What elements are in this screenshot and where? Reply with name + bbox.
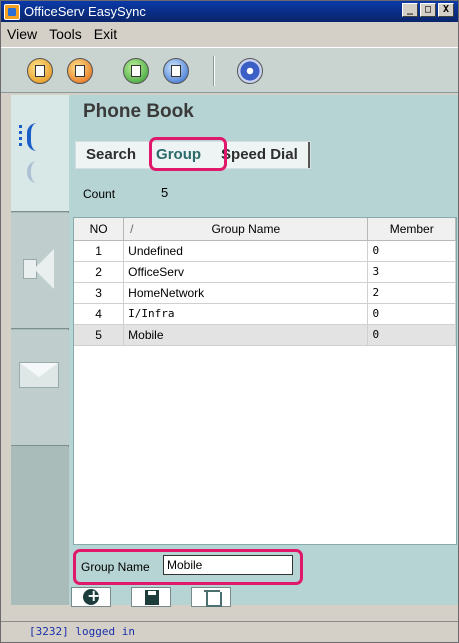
cell-group-name: Undefined [123,240,369,262]
window-title: OfficeServ EasySync [24,4,146,19]
menu-view[interactable]: View [1,26,43,42]
table-row[interactable]: 2 OfficeServ 3 [74,261,456,283]
add-icon[interactable] [71,586,111,607]
table-row-selected[interactable]: 5 Mobile 0 [74,324,456,346]
group-name-input[interactable] [163,555,293,575]
group-name-label: Group Name [81,560,150,574]
cell-no: 3 [74,282,125,304]
header-no[interactable]: NO [74,218,125,241]
status-text: [3232] logged in [29,625,135,638]
table-row[interactable]: 4 I/Infra 0 [74,303,456,325]
cell-member: 0 [367,303,456,325]
download-all-icon[interactable] [67,58,93,84]
nav-mail[interactable] [11,330,69,446]
group-tab-highlight [149,137,227,171]
nav-phone-book[interactable] [11,95,69,212]
download-icon[interactable] [27,58,53,84]
cell-member: 0 [367,240,456,262]
app-window: OfficeServ EasySync _ □ X View Tools Exi… [0,0,459,643]
upload-icon[interactable] [123,58,149,84]
toolbar-separator [213,56,215,86]
save-icon[interactable] [131,587,171,607]
side-navigation [11,95,69,605]
speaker-icon [23,249,59,289]
envelope-icon [19,362,59,388]
phone-book-reflection-icon [27,161,47,183]
count-value: 5 [161,185,169,200]
toolbar [1,47,458,93]
window-controls: _ □ X [402,3,454,17]
menu-exit[interactable]: Exit [88,26,123,42]
cell-group-name: OfficeServ [123,261,369,283]
nav-empty-area [11,447,69,605]
table-row[interactable]: 1 Undefined 0 [74,240,456,262]
cell-group-name: HomeNetwork [123,282,369,304]
header-group-name[interactable]: / Group Name [123,218,369,241]
count-label: Count [83,187,116,201]
minimize-button[interactable]: _ [402,3,418,17]
upload-all-icon[interactable] [163,58,189,84]
cell-group-name: I/Infra [123,303,369,325]
maximize-button[interactable]: □ [420,3,436,17]
nav-sound[interactable] [11,213,69,329]
main-panel: Phone Book Search Group Speed Dial Count… [69,95,458,605]
menu-bar: View Tools Exit [1,23,458,45]
tab-search[interactable]: Search [76,142,146,168]
status-bar: [3232] logged in [1,621,458,642]
sort-indicator: / [130,222,134,236]
menu-tools[interactable]: Tools [43,26,88,42]
close-button[interactable]: X [438,3,454,17]
phone-book-icon [19,123,47,151]
action-buttons [71,586,231,607]
cell-no: 1 [74,240,125,262]
cell-no: 4 [74,303,125,325]
group-table: NO / Group Name Member 1 Undefined 0 2 O… [73,217,457,545]
settings-icon[interactable] [237,58,263,84]
cell-no: 2 [74,261,125,283]
page-title: Phone Book [83,101,194,122]
cell-member: 2 [367,282,456,304]
table-header-row: NO / Group Name Member [74,218,456,241]
header-group-name-label: Group Name [211,221,281,236]
cell-group-name: Mobile [123,324,369,346]
trash-icon[interactable] [191,587,231,607]
title-bar: OfficeServ EasySync _ □ X [1,1,458,22]
app-icon [4,3,20,20]
cell-no: 5 [74,324,125,346]
table-row[interactable]: 3 HomeNetwork 2 [74,282,456,304]
cell-member: 3 [367,261,456,283]
cell-member: 0 [367,324,456,346]
header-member[interactable]: Member [367,218,456,241]
